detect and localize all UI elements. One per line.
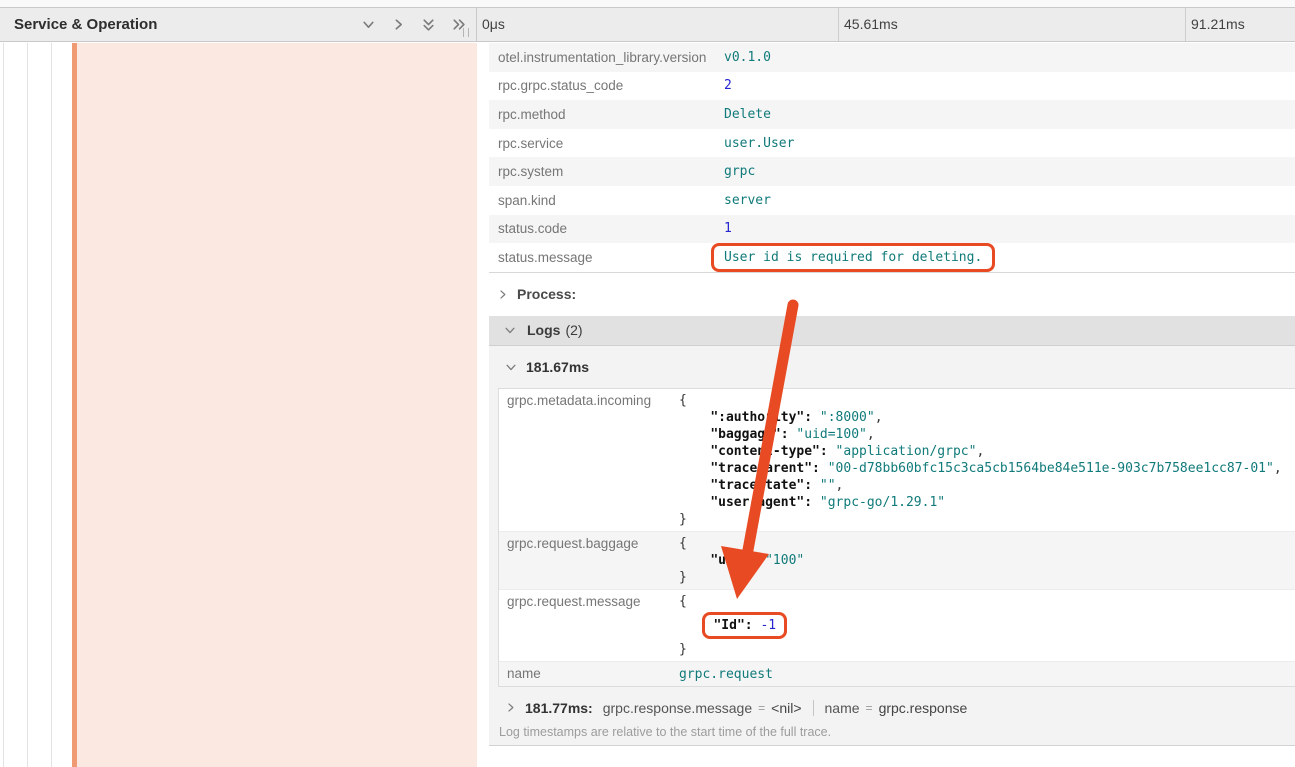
logs-accordion[interactable]: Logs (2)	[489, 316, 1295, 346]
field-separator	[813, 700, 814, 716]
log-field-value: { "Id": -1 }	[679, 593, 787, 658]
tag-value: v0.1.0	[724, 50, 771, 65]
equals-sign: =	[758, 701, 765, 715]
equals-sign: =	[866, 701, 873, 715]
tag-key: status.message	[489, 250, 724, 265]
chevron-down-icon	[504, 324, 516, 336]
tag-row: rpc.systemgrpc	[489, 157, 1295, 186]
ruler-tick: 91.21ms	[1185, 8, 1245, 41]
trace-timeline-view: Service & Operation 0μs 45.61ms 91.	[0, 0, 1295, 767]
logs-count: (2)	[565, 322, 582, 338]
log-field-key: grpc.metadata.incoming	[499, 392, 679, 408]
ruler-tick: 45.61ms	[838, 8, 898, 41]
tag-row: otel.instrumentation_library.versionv0.1…	[489, 43, 1295, 72]
chevron-down-icon	[505, 361, 517, 373]
logs-footer-note: Log timestamps are relative to the start…	[489, 725, 1295, 739]
selected-span-row-highlight[interactable]	[77, 43, 477, 767]
log-field-row: grpc.request.baggage{ "uid": "100" }	[499, 531, 1295, 589]
tag-row: rpc.serviceuser.User	[489, 129, 1295, 158]
collapsed-log-entry[interactable]: 181.77ms: grpc.response.message = <nil> nam…	[489, 700, 1295, 716]
tag-value: User id is required for deleting.	[724, 243, 995, 272]
process-label: Process:	[517, 286, 576, 302]
tag-value: 1	[724, 221, 732, 236]
log-field-key: grpc.response.message	[603, 700, 752, 716]
tag-key: rpc.system	[489, 164, 724, 179]
log-field-key: grpc.request.baggage	[499, 535, 679, 551]
log-field-value: grpc.request	[679, 665, 773, 683]
tag-value: 2	[724, 78, 732, 93]
span-tree-panel	[0, 43, 477, 767]
process-accordion[interactable]: Process:	[477, 273, 1295, 316]
tags-table: otel.instrumentation_library.versionv0.1…	[489, 43, 1295, 273]
indent-guide	[27, 43, 28, 767]
tag-value: grpc	[724, 164, 755, 179]
tag-value: server	[724, 193, 771, 208]
logs-title: Logs	[527, 322, 560, 338]
chevron-down-icon[interactable]	[361, 17, 376, 32]
tag-value: Delete	[724, 107, 771, 122]
log-field-row: grpc.metadata.incoming{ ":authority": ":…	[499, 389, 1295, 531]
indent-guide	[51, 43, 52, 767]
top-strip	[0, 0, 1295, 7]
log-timestamp: 181.67ms	[526, 359, 589, 375]
chevron-right-icon	[497, 289, 508, 300]
timeline-ruler: 0μs 45.61ms 91.21ms	[477, 8, 1295, 41]
log-field-value: <nil>	[771, 700, 801, 716]
annotation-box: "Id": -1	[702, 612, 787, 639]
service-operation-title: Service & Operation	[14, 16, 157, 33]
tag-key: status.code	[489, 221, 724, 236]
log-timestamp: 181.77ms:	[525, 700, 593, 716]
log-field-key: grpc.request.message	[499, 593, 679, 609]
tag-row: status.messageUser id is required for de…	[489, 243, 1295, 272]
service-operation-header: Service & Operation	[0, 8, 477, 41]
collapse-controls	[361, 17, 466, 32]
tag-key: span.kind	[489, 193, 724, 208]
tag-row: status.code1	[489, 215, 1295, 244]
tag-key: rpc.method	[489, 107, 724, 122]
logs-section: 181.67ms grpc.metadata.incoming{ ":autho…	[489, 346, 1295, 746]
log-entry-accordion[interactable]: 181.67ms	[489, 346, 1295, 388]
timeline-header: Service & Operation 0μs 45.61ms 91.	[0, 7, 1295, 42]
collapsed-log-fields: grpc.response.message = <nil> name = grpc.res…	[603, 700, 968, 716]
log-field-row: namegrpc.request	[499, 661, 1295, 686]
span-detail-panel: otel.instrumentation_library.versionv0.1…	[477, 43, 1295, 767]
log-field-row: grpc.request.message{ "Id": -1 }	[499, 589, 1295, 661]
tag-row: rpc.grpc.status_code2	[489, 72, 1295, 101]
tag-row: span.kindserver	[489, 186, 1295, 215]
tag-row: rpc.methodDelete	[489, 100, 1295, 129]
log-field-value: grpc.response	[879, 700, 968, 716]
tag-key: otel.instrumentation_library.version	[489, 50, 724, 65]
tag-key: rpc.service	[489, 136, 724, 151]
log-field-value: { ":authority": ":8000", "baggage": "uid…	[679, 392, 1282, 528]
column-resizer-grip[interactable]	[463, 28, 469, 37]
tag-value: user.User	[724, 136, 794, 151]
log-field-key: name	[499, 665, 679, 681]
indent-guide	[3, 43, 4, 767]
chevron-right-icon	[505, 702, 516, 713]
double-chevron-down-icon[interactable]	[421, 17, 436, 32]
ruler-tick: 0μs	[477, 8, 505, 41]
log-fields-table: grpc.metadata.incoming{ ":authority": ":…	[498, 388, 1295, 687]
annotation-box: User id is required for deleting.	[711, 243, 995, 272]
log-field-value: { "uid": "100" }	[679, 535, 804, 586]
tag-key: rpc.grpc.status_code	[489, 78, 724, 93]
chevron-right-icon[interactable]	[391, 17, 406, 32]
log-field-key: name	[825, 700, 860, 716]
